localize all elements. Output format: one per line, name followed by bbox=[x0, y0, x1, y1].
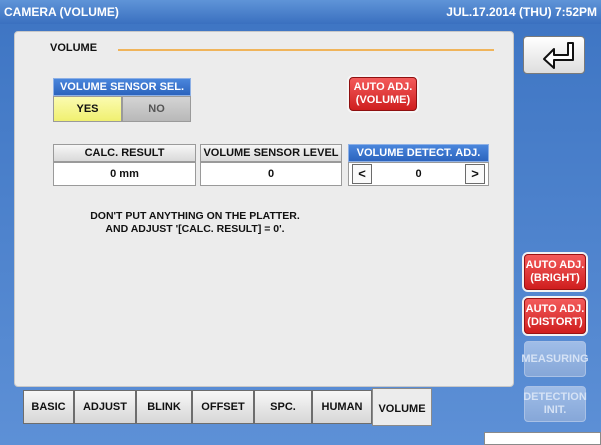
sensor-no-button[interactable]: NO bbox=[122, 96, 191, 122]
tab-basic[interactable]: BASIC bbox=[23, 390, 74, 424]
section-title: VOLUME bbox=[50, 42, 98, 54]
tab-volume[interactable]: VOLUME bbox=[372, 388, 432, 426]
date-time: JUL.17.2014 (THU) 7:52PM bbox=[446, 5, 597, 19]
return-arrow-icon bbox=[543, 42, 574, 69]
detection-init-button[interactable]: DETECTION INIT. bbox=[523, 386, 587, 422]
sensor-level-value: 0 bbox=[200, 162, 342, 186]
tab-human[interactable]: HUMAN bbox=[312, 390, 372, 424]
section-divider bbox=[118, 49, 494, 51]
auto-adj-volume-button[interactable]: AUTO ADJ. (VOLUME) bbox=[349, 77, 417, 111]
decrement-button[interactable]: < bbox=[352, 164, 372, 184]
detection-init-line1: DETECTION bbox=[523, 391, 587, 403]
auto-adj-distort-button[interactable]: AUTO ADJ. (DISTORT) bbox=[524, 298, 586, 334]
increment-button[interactable]: > bbox=[465, 164, 485, 184]
footer-status-box bbox=[484, 432, 601, 445]
instruction-line-2: AND ADJUST '[CALC. RESULT] = 0'. bbox=[105, 223, 285, 235]
auto-adj-volume-line1: AUTO ADJ. bbox=[353, 81, 413, 93]
sensor-yes-button[interactable]: YES bbox=[53, 96, 122, 122]
tab-blink[interactable]: BLINK bbox=[136, 390, 192, 424]
auto-adj-bright-line1: AUTO ADJ. bbox=[525, 259, 585, 271]
title-bar: CAMERA (VOLUME) JUL.17.2014 (THU) 7:52PM bbox=[0, 0, 601, 24]
auto-adj-distort-line2: (DISTORT) bbox=[527, 316, 583, 328]
detect-adj-header: VOLUME DETECT. ADJ. bbox=[348, 144, 489, 162]
instruction-line-1: DON'T PUT ANYTHING ON THE PLATTER. bbox=[90, 210, 300, 222]
calc-result-header: CALC. RESULT bbox=[53, 144, 196, 162]
auto-adj-volume-line2: (VOLUME) bbox=[355, 94, 411, 106]
measuring-button[interactable]: MEASURING bbox=[521, 341, 589, 377]
window-title: CAMERA (VOLUME) bbox=[4, 5, 119, 19]
detection-init-line2: INIT. bbox=[543, 404, 567, 416]
sensor-select-header: VOLUME SENSOR SEL. bbox=[53, 78, 191, 96]
auto-adj-bright-line2: (BRIGHT) bbox=[530, 272, 580, 284]
tab-adjust[interactable]: ADJUST bbox=[74, 390, 136, 424]
calc-result-value: 0 mm bbox=[53, 162, 196, 186]
instruction-note: DON'T PUT ANYTHING ON THE PLATTER. AND A… bbox=[45, 210, 345, 236]
tab-offset[interactable]: OFFSET bbox=[192, 390, 254, 424]
sensor-level-header: VOLUME SENSOR LEVEL bbox=[200, 144, 342, 162]
back-button[interactable] bbox=[523, 36, 585, 74]
auto-adj-bright-button[interactable]: AUTO ADJ. (BRIGHT) bbox=[524, 254, 586, 290]
auto-adj-distort-line1: AUTO ADJ. bbox=[525, 303, 585, 315]
tab-spc[interactable]: SPC. bbox=[254, 390, 312, 424]
